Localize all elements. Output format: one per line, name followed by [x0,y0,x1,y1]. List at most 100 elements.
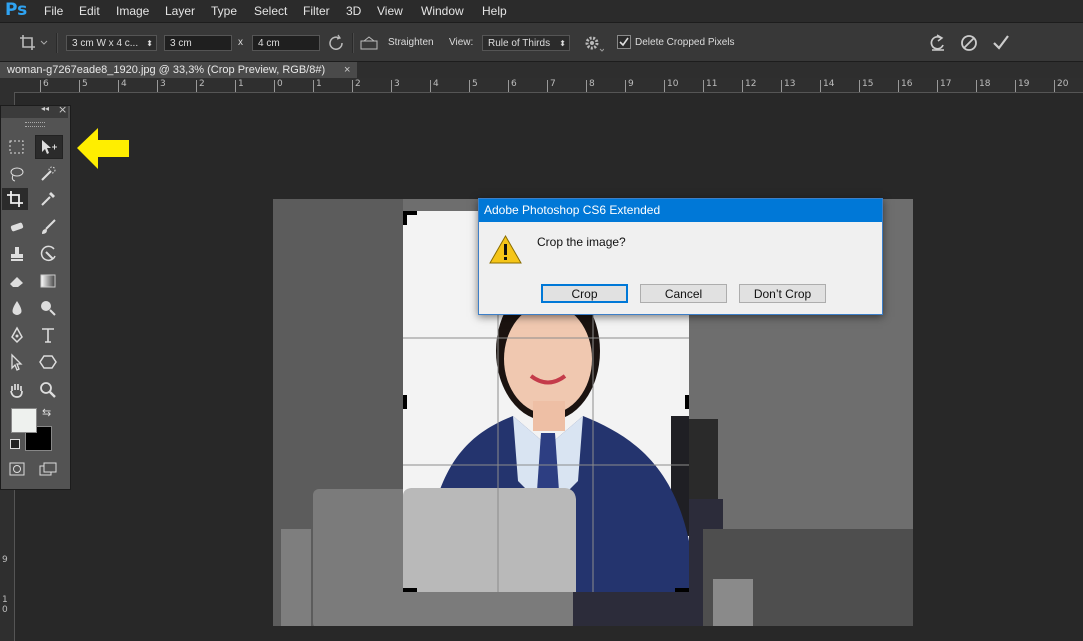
grip-handle[interactable] [25,122,45,127]
menu-edit[interactable]: Edit [79,4,100,18]
gradient-tool-icon[interactable] [35,270,61,292]
ruler-tick [547,80,548,92]
lasso-tool-icon[interactable] [4,163,30,185]
gear-icon[interactable] [582,33,605,56]
ruler-tick [703,80,704,92]
menu-type[interactable]: Type [211,4,237,18]
menu-3d[interactable]: 3D [346,4,361,18]
history-brush-tool-icon[interactable] [35,243,61,265]
swap-separator: x [238,37,243,48]
ratio-preset-value: 3 cm W x 4 c... [72,38,139,49]
view-overlay-value: Rule of Thirds [488,38,551,49]
document-tab[interactable]: woman-g7267eade8_1920.jpg @ 33,3% (Crop … [0,62,357,78]
menu-image[interactable]: Image [116,4,149,18]
ruler-label: 6 [511,79,517,89]
ruler-tick [235,80,236,92]
crop-button[interactable]: Crop [541,284,628,303]
menu-window[interactable]: Window [421,4,464,18]
clone-stamp-tool-icon[interactable] [4,243,30,265]
view-label: View: [449,37,474,48]
crop-tool-preset-icon[interactable] [18,33,48,56]
checkmark-icon [619,37,629,47]
path-selection-tool-icon[interactable] [4,351,30,373]
move-tool-icon[interactable] [35,135,63,159]
crop-handle-right[interactable] [685,395,689,409]
dialog-titlebar[interactable]: Adobe Photoshop CS6 Extended [479,199,882,222]
straighten-icon[interactable] [359,35,379,54]
pen-tool-icon[interactable] [4,324,30,346]
ruler-label: 3 [160,79,166,89]
ruler-tick [313,80,314,92]
menu-filter[interactable]: Filter [303,4,330,18]
divider [352,33,354,53]
cancel-crop-icon[interactable] [959,33,979,56]
collapse-icon[interactable]: ◂◂ [41,104,49,113]
divider [56,33,58,53]
ruler-label: 8 [589,79,595,89]
options-bar: 3 cm W x 4 c... ⬍ 3 cm x 4 cm Straighten … [0,23,1083,62]
crop-tool-icon[interactable] [2,188,28,210]
menu-help[interactable]: Help [482,4,507,18]
ruler-label: 13 [784,79,796,89]
ruler-tick [781,80,782,92]
dont-crop-button[interactable]: Don’t Crop [739,284,826,303]
warning-icon [489,235,522,264]
zoom-tool-icon[interactable] [35,379,61,401]
ruler-label: 1 [2,595,8,605]
menu-layer[interactable]: Layer [165,4,195,18]
foreground-color-swatch[interactable] [11,408,37,433]
swap-colors-icon[interactable]: ⇆ [42,406,51,419]
delete-cropped-label[interactable]: Delete Cropped Pixels [635,37,735,48]
clear-swap-icon[interactable] [327,34,347,55]
healing-brush-tool-icon[interactable] [4,216,30,238]
menu-file[interactable]: File [44,4,63,18]
dialog-message: Crop the image? [537,235,626,249]
height-field[interactable]: 4 cm [252,35,320,51]
menu-select[interactable]: Select [254,4,287,18]
quick-selection-tool-icon[interactable] [35,163,61,185]
ruler-label: 16 [901,79,913,89]
ruler-tick [352,80,353,92]
ruler-label: 18 [979,79,991,89]
crop-handle-left[interactable] [403,395,407,409]
ruler-label: 6 [43,79,49,89]
crop-handle-top-left[interactable] [403,211,407,225]
photoshop-logo: Ps [5,0,28,20]
yellow-arrow-icon [77,128,129,169]
dodge-tool-icon[interactable] [35,297,61,319]
marquee-tool-icon[interactable] [4,136,30,158]
ruler-label: 17 [940,79,952,89]
view-overlay-dropdown[interactable]: Rule of Thirds ⬍ [482,35,570,51]
close-icon[interactable]: × [58,103,67,116]
ratio-preset-dropdown[interactable]: 3 cm W x 4 c... ⬍ [66,35,157,51]
default-colors-icon[interactable] [10,439,20,449]
screen-mode-icon[interactable] [35,458,61,480]
ruler-tick [742,80,743,92]
eyedropper-tool-icon[interactable] [35,188,61,210]
ruler-tick [1054,80,1055,92]
reset-icon[interactable] [928,33,948,56]
shape-tool-icon[interactable] [35,351,61,373]
hand-tool-icon[interactable] [4,379,30,401]
delete-cropped-checkbox[interactable] [617,35,631,49]
brush-tool-icon[interactable] [35,216,61,238]
width-field[interactable]: 3 cm [164,35,232,51]
type-tool-icon[interactable] [35,324,61,346]
close-icon[interactable]: × [344,62,350,78]
commit-crop-icon[interactable] [991,33,1011,56]
blur-tool-icon[interactable] [4,297,30,319]
straighten-label[interactable]: Straighten [388,37,434,48]
eraser-tool-icon[interactable] [4,270,30,292]
ruler-tick [196,80,197,92]
ruler-tick [937,80,938,92]
ruler-tick [157,80,158,92]
cancel-button[interactable]: Cancel [640,284,727,303]
crop-handle-bottom-left[interactable] [403,588,417,592]
ruler-label: 15 [862,79,874,89]
quick-mask-icon[interactable] [4,458,30,480]
ruler-tick [976,80,977,92]
ruler-label: 4 [433,79,439,89]
crop-handle-bottom-right[interactable] [675,588,689,592]
tools-panel: ◂◂ × ⇆ [0,103,71,490]
menu-view[interactable]: View [377,4,403,18]
